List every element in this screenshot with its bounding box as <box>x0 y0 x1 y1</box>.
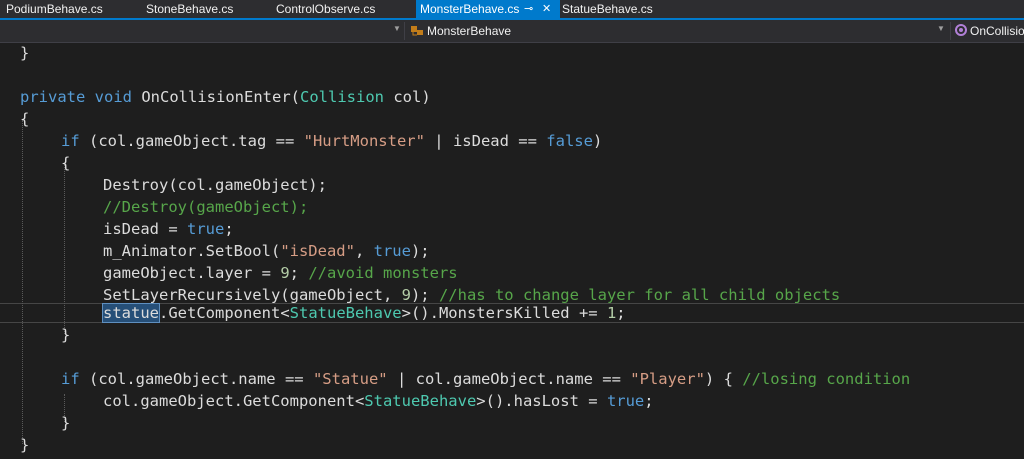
code-line-isdead: isDead = true; <box>103 220 234 238</box>
tab-label: StatueBehave.cs <box>562 2 653 16</box>
code-editor[interactable]: } private void OnCollisionEnter(Collisio… <box>0 43 1024 459</box>
tab-label: PodiumBehave.cs <box>6 2 103 16</box>
editor-window: PodiumBehave.cs StoneBehave.cs ControlOb… <box>0 0 1024 459</box>
class-dropdown[interactable]: MonsterBehave ▼ <box>405 20 950 42</box>
code-line-haslost: col.gameObject.GetComponent<StatueBehave… <box>103 392 654 410</box>
chevron-down-icon: ▼ <box>393 24 401 33</box>
code-line-if-losing-condition: if (col.gameObject.name == "Statue" | co… <box>61 370 911 388</box>
code-line: } <box>61 326 71 344</box>
close-icon[interactable]: ✕ <box>542 0 551 18</box>
code-line-layer: gameObject.layer = 9; //avoid monsters <box>103 264 458 282</box>
code-line: } <box>20 436 30 454</box>
tab-label: MonsterBehave.cs <box>420 2 520 16</box>
indent-guide <box>22 120 23 444</box>
member-dropdown-label: OnCollisio <box>970 24 1024 38</box>
tab-controlobserve[interactable]: ControlObserve.cs <box>270 0 416 18</box>
tab-monsterbehave[interactable]: MonsterBehave.cs ⊸ ✕ <box>416 0 560 18</box>
code-line-statue: statue.GetComponent<StatueBehave>().Mons… <box>102 303 626 323</box>
selected-identifier[interactable]: statue <box>102 303 160 323</box>
tab-label: ControlObserve.cs <box>276 2 376 16</box>
code-line: { <box>61 154 71 172</box>
tab-stonebehave[interactable]: StoneBehave.cs <box>140 0 276 18</box>
code-line: } <box>61 414 71 432</box>
indent-guide <box>64 164 65 334</box>
project-dropdown[interactable]: ▼ <box>0 20 404 42</box>
code-line: } <box>20 44 30 62</box>
class-dropdown-label: MonsterBehave <box>427 24 512 38</box>
tab-statuebehave[interactable]: StatueBehave.cs <box>558 0 692 18</box>
code-line-method-signature: private void OnCollisionEnter(Collision … <box>20 88 431 106</box>
tab-podiumbehave[interactable]: PodiumBehave.cs <box>0 0 140 18</box>
code-line-setbool: m_Animator.SetBool("isDead", true); <box>103 242 430 260</box>
pin-icon[interactable]: ⊸ <box>524 0 533 18</box>
code-line-comment: //Destroy(gameObject); <box>103 198 309 216</box>
code-line-destroy: Destroy(col.gameObject); <box>103 176 327 194</box>
class-icon <box>410 23 424 37</box>
code-line-if-hurtmonster: if (col.gameObject.tag == "HurtMonster" … <box>61 132 603 150</box>
method-icon <box>954 23 968 37</box>
tab-label: StoneBehave.cs <box>146 2 234 16</box>
member-dropdown[interactable]: OnCollisio <box>951 20 1024 42</box>
document-tab-bar: PodiumBehave.cs StoneBehave.cs ControlOb… <box>0 0 1024 20</box>
navigation-bar: ▼ MonsterBehave ▼ OnCollisio <box>0 20 1024 43</box>
code-line: { <box>20 110 30 128</box>
chevron-down-icon: ▼ <box>937 24 945 33</box>
